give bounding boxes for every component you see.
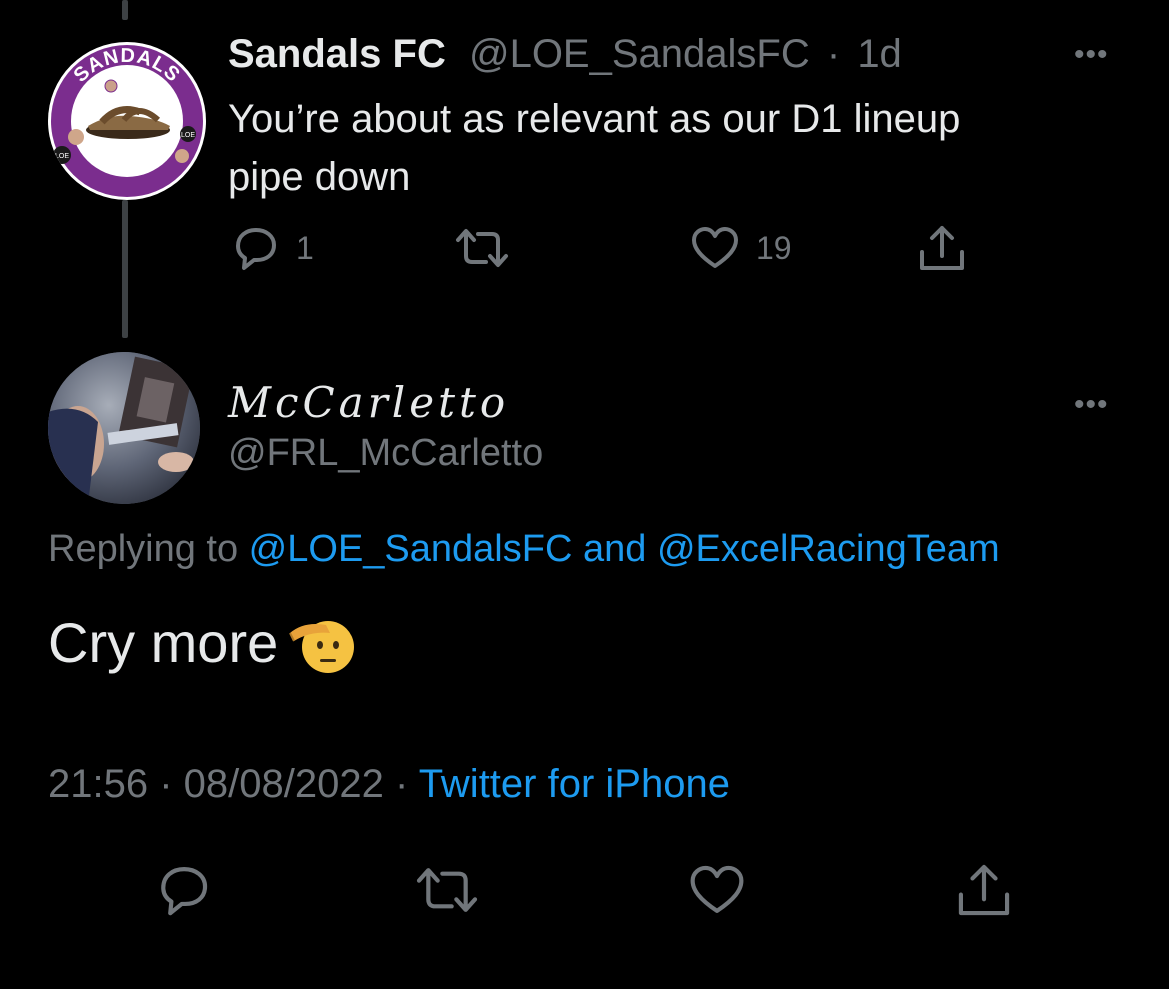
retweet-icon [456, 229, 508, 267]
heart-icon [692, 227, 738, 268]
header-separator: · [826, 32, 841, 76]
meta-separator-1: · [148, 762, 184, 806]
logo-badge-right: LOE [181, 132, 195, 139]
parent-author-name[interactable]: Sandals FC [228, 32, 446, 76]
replying-user-sandals[interactable]: @LOE_SandalsFC [249, 528, 573, 570]
sandals-fc-logo-icon: SANDALS FOOTBALL CLUB LOE LOE [51, 45, 203, 197]
tweet-metadata: 21:56 · 08/08/2022 · Twitter for iPhone [48, 762, 730, 807]
parent-reply-button[interactable]: 1 [230, 224, 314, 272]
main-more-button[interactable]: ••• [1074, 388, 1109, 422]
parent-tweet-text-line2: pipe down [228, 155, 411, 199]
parent-like-button[interactable]: 19 [690, 224, 792, 272]
main-user-handle[interactable]: @FRL_McCarletto [228, 432, 543, 475]
mccarletto-avatar[interactable] [48, 352, 200, 504]
share-icon [920, 226, 964, 270]
main-like-button[interactable] [688, 862, 746, 918]
profile-photo-icon [48, 352, 200, 504]
tweet-date[interactable]: 08/08/2022 [184, 762, 384, 806]
parent-tweet-text-line1: You’re about as relevant as our D1 lineu… [228, 97, 961, 141]
logo-badge-left: LOE [55, 153, 69, 160]
main-share-button[interactable] [954, 860, 1014, 920]
heart-icon [690, 865, 744, 913]
main-display-name[interactable]: McCarletto [228, 378, 509, 427]
replying-prefix: Replying to [48, 528, 249, 570]
main-tweet-text-content: Cry more [48, 611, 279, 674]
parent-share-button[interactable] [916, 222, 968, 274]
retweet-icon [416, 868, 478, 912]
parent-like-count: 19 [756, 229, 792, 266]
parent-tweet-header: Sandals FC @LOE_SandalsFC · 1d [228, 30, 902, 78]
sandals-fc-avatar[interactable]: SANDALS FOOTBALL CLUB LOE LOE [48, 42, 206, 200]
tweet-source-link[interactable]: Twitter for iPhone [419, 762, 730, 806]
main-tweet-text: Cry more [48, 610, 356, 675]
replying-and[interactable]: and [572, 528, 657, 570]
parent-more-button[interactable]: ••• [1074, 38, 1109, 72]
reply-icon [236, 228, 276, 270]
replying-user-excel[interactable]: @ExcelRacingTeam [657, 528, 1000, 570]
main-reply-button[interactable] [154, 862, 212, 918]
parent-reply-count: 1 [296, 229, 314, 266]
parent-tweet-text: You’re about as relevant as our D1 lineu… [228, 90, 1108, 206]
parent-retweet-button[interactable] [452, 224, 512, 272]
parent-tweet-time[interactable]: 1d [857, 32, 902, 76]
meta-separator-2: · [383, 762, 419, 806]
tweet-time[interactable]: 21:56 [48, 762, 148, 806]
main-retweet-button[interactable] [412, 862, 482, 918]
saluting-face-icon [286, 611, 356, 675]
reply-icon [161, 867, 208, 916]
thread-line-top [122, 0, 128, 20]
share-icon [958, 864, 1010, 916]
replying-to-line: Replying to @LOE_SandalsFC and @ExcelRac… [48, 528, 1000, 571]
parent-author-handle[interactable]: @LOE_SandalsFC [469, 32, 810, 76]
thread-line [122, 200, 128, 338]
